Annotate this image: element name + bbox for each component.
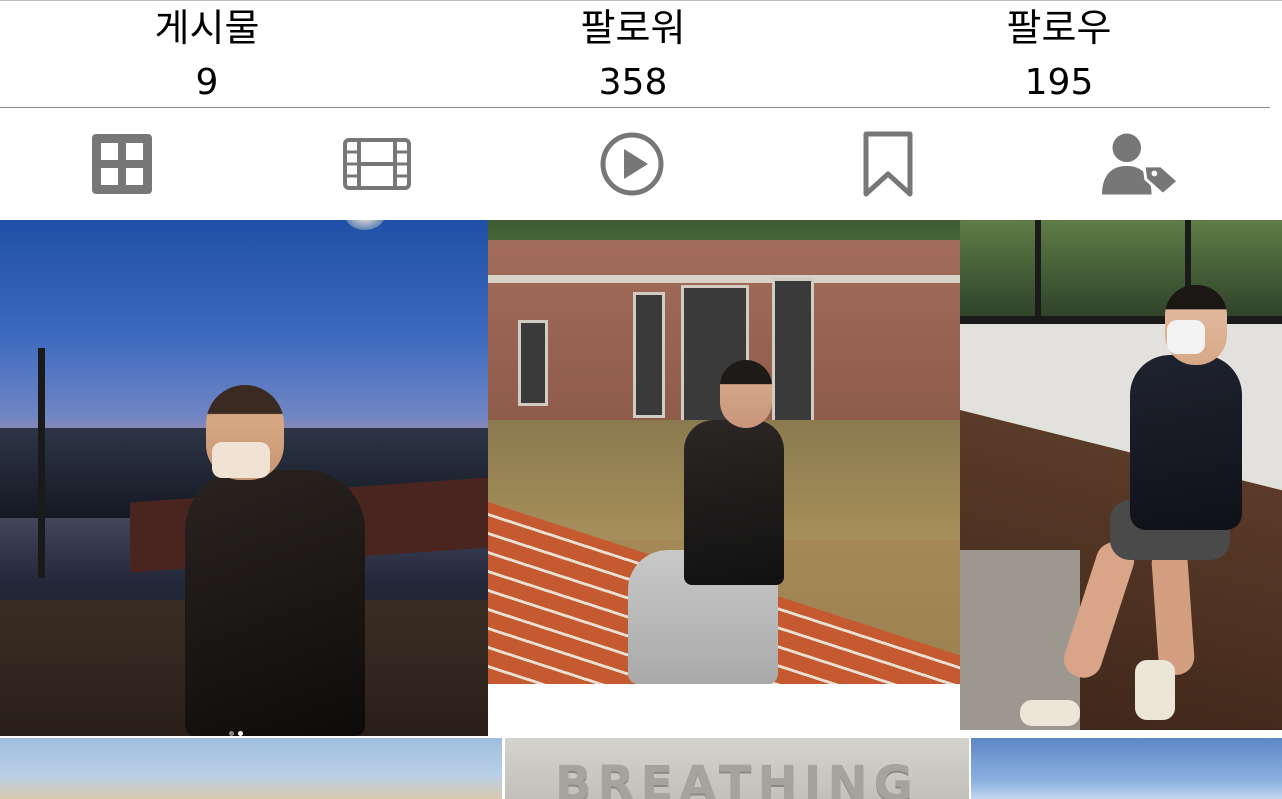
bookmark-icon [863, 131, 913, 197]
following-count: 195 [1024, 62, 1094, 103]
post-thumbnail[interactable] [488, 220, 960, 684]
tab-videos[interactable] [592, 126, 672, 202]
tab-saved[interactable] [848, 126, 928, 202]
tagged-user-icon [1102, 133, 1180, 196]
film-icon [343, 138, 411, 190]
tab-posts-grid[interactable] [82, 126, 162, 202]
posts-grid: BREATHING [0, 220, 1282, 799]
tab-reels[interactable] [337, 126, 417, 202]
post-thumbnail[interactable] [971, 738, 1282, 799]
grid-icon [92, 134, 152, 194]
profile-tab-bar [0, 108, 1282, 220]
post-thumbnail[interactable] [960, 220, 1282, 730]
sign-text: BREATHING [554, 756, 920, 799]
play-circle-icon [600, 132, 664, 196]
post-thumbnail[interactable] [0, 738, 502, 799]
following-label: 팔로우 [1006, 6, 1112, 50]
posts-label: 게시물 [154, 6, 260, 50]
carousel-indicator [229, 721, 247, 736]
tab-tagged[interactable] [1102, 126, 1182, 202]
post-thumbnail[interactable]: BREATHING [505, 738, 969, 799]
followers-count: 358 [598, 62, 668, 103]
followers-label: 팔로워 [580, 6, 686, 50]
post-thumbnail[interactable] [0, 220, 488, 736]
posts-count: 9 [195, 62, 219, 103]
profile-stats: 게시물 9 팔로워 358 팔로우 195 [0, 1, 1270, 107]
